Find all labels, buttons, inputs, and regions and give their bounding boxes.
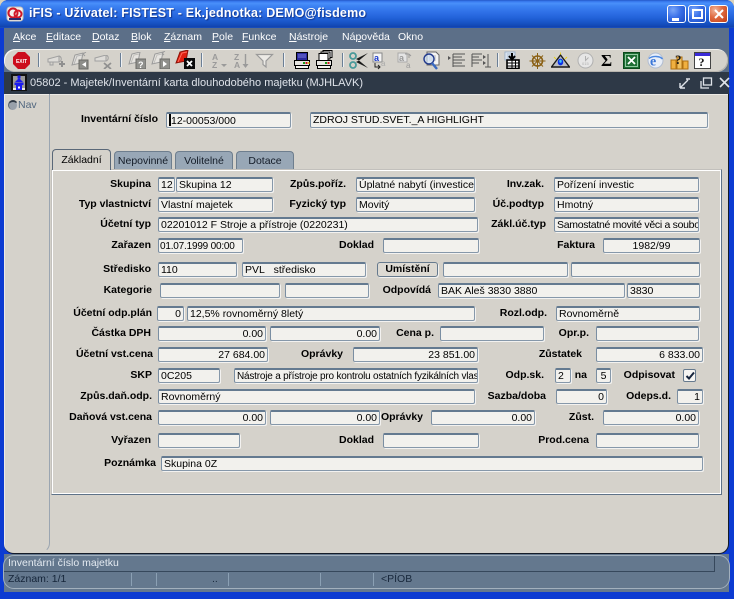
svg-text:a: a <box>381 59 386 68</box>
svg-text:?: ? <box>699 55 705 69</box>
svg-text:EXIT: EXIT <box>16 59 27 65</box>
svg-text:a: a <box>406 61 411 70</box>
svg-text:015: 015 <box>582 61 589 66</box>
svg-text:A: A <box>234 60 240 69</box>
svg-text:Z: Z <box>212 60 217 69</box>
svg-text:?: ? <box>138 60 144 69</box>
svg-text:?: ? <box>675 52 682 67</box>
